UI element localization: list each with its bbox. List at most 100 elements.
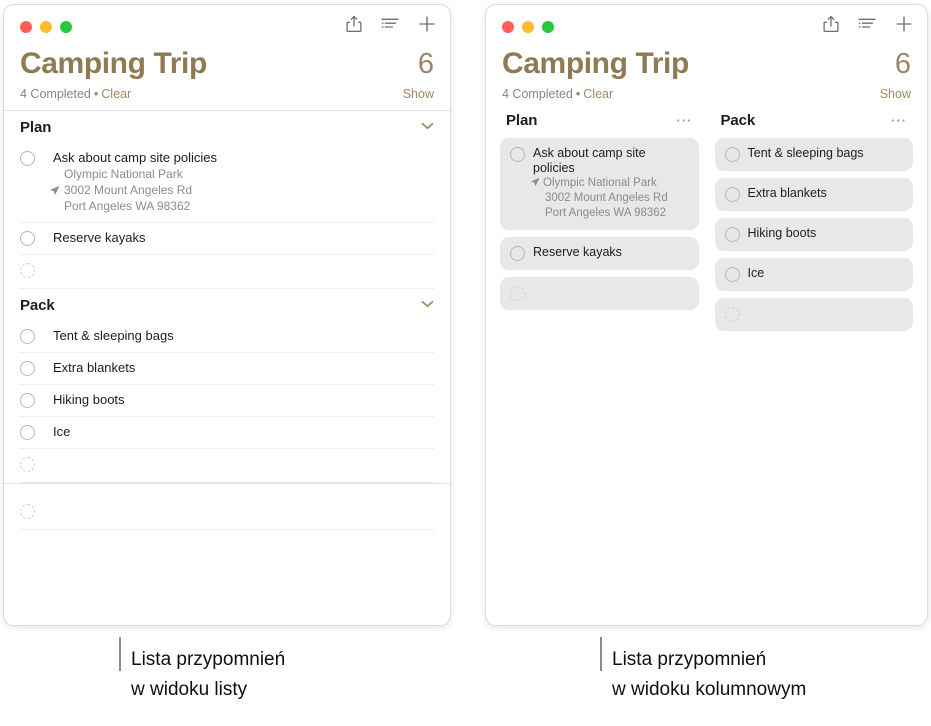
section-header-pack[interactable]: Pack — [4, 289, 450, 321]
clear-button[interactable]: Clear — [101, 87, 131, 101]
show-completed-button[interactable]: Show — [403, 87, 434, 101]
close-button[interactable] — [20, 21, 32, 33]
reminder-count: 6 — [417, 48, 434, 80]
reminder-card[interactable]: Extra blankets — [714, 177, 913, 211]
zoom-button[interactable] — [60, 21, 72, 33]
clear-button[interactable]: Clear — [583, 87, 613, 101]
table-row[interactable]: Tent & sleeping bags — [4, 321, 450, 353]
toolbar-actions — [346, 15, 436, 38]
reminder-title: Ice — [747, 265, 765, 280]
table-row[interactable]: Ask about camp site policies Olympic Nat… — [4, 143, 450, 223]
more-options-icon[interactable]: ··· — [891, 114, 907, 127]
reminders-list: Plan Ask about camp site policies Olympi… — [4, 111, 450, 530]
zoom-button[interactable] — [542, 21, 554, 33]
share-icon[interactable] — [346, 15, 362, 38]
section-header-plan[interactable]: Plan — [4, 111, 450, 143]
minimize-button[interactable] — [522, 21, 534, 33]
reminder-card[interactable]: Tent & sleeping bags — [714, 137, 913, 171]
titlebar — [4, 5, 450, 47]
checkbox-circle[interactable] — [724, 226, 740, 242]
checkbox-circle[interactable] — [20, 150, 35, 166]
reminder-count: 6 — [894, 48, 911, 80]
column-title: Plan — [506, 111, 538, 129]
reminder-card[interactable]: Ice — [714, 257, 913, 291]
list-header-sub: 4 Completed • Clear Show — [502, 87, 911, 110]
reminder-card[interactable]: Ask about camp site policies Olympic Nat… — [500, 137, 699, 230]
list-view-icon[interactable] — [858, 17, 876, 37]
table-row[interactable]: Extra blankets — [4, 353, 450, 385]
column-header-pack: Pack ··· — [715, 110, 914, 138]
more-options-icon[interactable]: ··· — [677, 114, 693, 127]
close-button[interactable] — [502, 21, 514, 33]
new-reminder-row[interactable] — [4, 255, 450, 289]
checkbox-circle[interactable] — [724, 186, 740, 202]
column-pack: Pack ··· Tent & sleeping bags Extra blan… — [714, 110, 914, 338]
reminder-location-text: Olympic National Park — [543, 176, 657, 189]
checkbox-circle[interactable] — [724, 266, 740, 282]
reminder-city-line: Port Angeles WA 98362 — [545, 206, 667, 219]
checkbox-circle[interactable] — [20, 392, 35, 408]
list-view-icon[interactable] — [381, 17, 399, 37]
reminder-card[interactable]: Reserve kayaks — [500, 236, 699, 270]
column-plan: Plan ··· Ask about camp site policies Ol… — [500, 110, 699, 338]
add-icon[interactable] — [895, 15, 913, 38]
traffic-lights — [502, 21, 554, 33]
checkbox-circle-placeholder[interactable] — [724, 306, 740, 322]
reminder-title: Ice — [53, 423, 71, 439]
checkbox-circle-placeholder[interactable] — [20, 456, 35, 472]
chevron-down-icon[interactable] — [421, 300, 434, 311]
checkbox-circle[interactable] — [20, 424, 35, 440]
reminder-card[interactable]: Hiking boots — [714, 217, 913, 251]
checkbox-circle[interactable] — [724, 146, 740, 162]
list-header-top: Camping Trip 6 — [502, 47, 911, 81]
reminder-city-line: Port Angeles WA 98362 — [64, 198, 191, 213]
checkbox-circle[interactable] — [20, 328, 35, 344]
new-reminder-row[interactable] — [4, 449, 450, 483]
reminder-title: Hiking boots — [53, 391, 125, 407]
new-reminder-card[interactable] — [714, 297, 913, 331]
reminder-title: Extra blankets — [53, 359, 136, 375]
traffic-lights — [20, 21, 72, 33]
checkbox-circle-placeholder[interactable] — [20, 262, 35, 278]
table-row[interactable]: Hiking boots — [4, 385, 450, 417]
reminders-window-column-view[interactable]: Camping Trip 6 4 Completed • Clear Show Pl… — [485, 4, 928, 626]
table-row[interactable]: Reserve kayaks — [4, 223, 450, 255]
titlebar — [486, 5, 927, 47]
completed-count: 4 Completed — [20, 86, 91, 101]
reminder-address-line: 3002 Mount Angeles Rd — [545, 191, 668, 204]
reminder-title: Tent & sleeping bags — [747, 145, 864, 160]
chevron-down-icon[interactable] — [421, 122, 434, 133]
new-reminder-card[interactable] — [500, 276, 699, 310]
minimize-button[interactable] — [40, 21, 52, 33]
reminder-title: Ask about camp site policies — [533, 145, 646, 175]
reminder-address-text: 3002 Mount Angeles Rd — [64, 182, 193, 197]
list-header-top: Camping Trip 6 — [20, 47, 434, 81]
show-completed-button[interactable]: Show — [880, 87, 911, 101]
new-reminder-row-trailing[interactable] — [4, 496, 450, 530]
share-icon[interactable] — [823, 15, 839, 38]
column-header-plan: Plan ··· — [500, 110, 699, 138]
columns-container: Plan ··· Ask about camp site policies Ol… — [486, 110, 927, 338]
checkbox-circle[interactable] — [20, 360, 35, 376]
checkbox-circle[interactable] — [20, 230, 35, 246]
table-row[interactable]: Ice — [4, 417, 450, 449]
checkbox-circle[interactable] — [510, 245, 525, 261]
add-icon[interactable] — [418, 15, 436, 38]
reminder-location-line: Olympic National Park — [64, 166, 183, 181]
reminder-title: Extra blankets — [747, 185, 827, 200]
separator-dot: • — [93, 86, 99, 101]
list-header-sub: 4 Completed • Clear Show — [20, 87, 434, 110]
location-arrow-icon — [531, 177, 540, 192]
checkbox-circle-placeholder[interactable] — [20, 503, 35, 519]
reminder-title: Hiking boots — [747, 225, 817, 240]
column-title: Pack — [720, 111, 756, 129]
checkbox-circle[interactable] — [510, 146, 525, 162]
completed-summary: 4 Completed • Clear — [502, 87, 613, 101]
list-header: Camping Trip 6 4 Completed • Clear Show — [4, 47, 450, 110]
callout-line-list-view — [119, 637, 121, 671]
completed-summary: 4 Completed • Clear — [20, 87, 131, 101]
completed-count: 4 Completed — [502, 86, 573, 101]
reminders-window-list-view[interactable]: Camping Trip 6 4 Completed • Clear Show Pl… — [3, 4, 451, 626]
caption-list-view: Lista przypomnień w widoku listy — [131, 649, 286, 700]
checkbox-circle-placeholder[interactable] — [510, 285, 525, 301]
